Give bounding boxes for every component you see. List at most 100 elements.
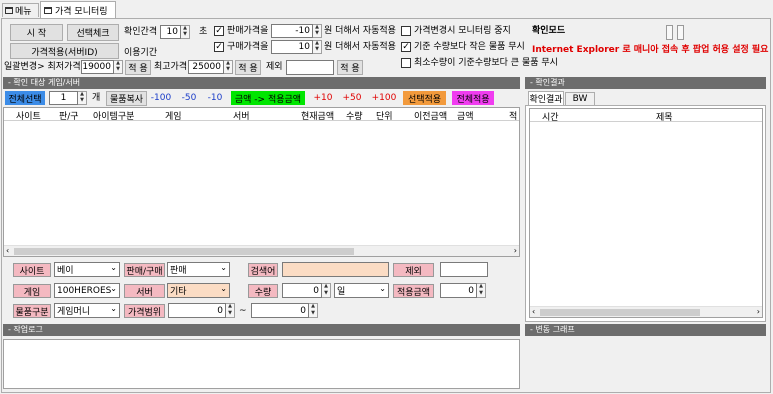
apply-min-price-button[interactable]: 적 용 — [125, 60, 151, 75]
col-prev-price[interactable]: 이전금액 — [414, 109, 447, 122]
down-arrow-icon[interactable]: ▼ — [322, 290, 330, 298]
down-arrow-icon[interactable]: ▼ — [78, 98, 86, 104]
chevron-down-icon[interactable]: ⌄ — [110, 263, 117, 272]
result-grid[interactable]: 시간 제목 ‹ › — [529, 108, 763, 318]
apply-selected-button[interactable]: 선택적용 — [403, 91, 446, 105]
copy-items-button[interactable]: 물품복사 — [106, 91, 147, 106]
tab-price-monitoring[interactable]: 가격 모니터링 — [40, 1, 116, 18]
scroll-thumb[interactable] — [540, 309, 700, 316]
game-select[interactable]: 100HEROES ⌄ — [54, 283, 120, 298]
apply-amount-input[interactable]: 0 — [440, 283, 477, 298]
col-game[interactable]: 게임 — [165, 109, 182, 122]
col-unit[interactable]: 단위 — [376, 109, 393, 122]
sell-price-input[interactable]: -10 — [271, 24, 313, 38]
buy-price-input[interactable]: 10 — [271, 40, 313, 54]
scroll-left-icon[interactable]: ‹ — [532, 307, 535, 316]
tab-result[interactable]: 확인결과 — [528, 91, 564, 105]
scroll-left-icon[interactable]: ‹ — [6, 246, 9, 255]
qty-spinner[interactable]: ▲ ▼ — [322, 283, 331, 298]
scroll-right-icon[interactable]: › — [514, 246, 517, 255]
down-arrow-icon[interactable]: ▼ — [313, 31, 321, 37]
sell-price-spinner[interactable]: ▲ ▼ — [313, 24, 322, 38]
max-price-spinner[interactable]: ▲ ▼ — [224, 60, 233, 74]
sell-price-checkbox[interactable]: ✓ — [214, 26, 224, 36]
target-section-header: - 확인 대상 게임/서버 — [3, 77, 520, 89]
adjust-plus-50[interactable]: +50 — [341, 91, 363, 105]
buy-price-checkbox[interactable]: ✓ — [214, 42, 224, 52]
target-grid[interactable]: 사이트 판/구 아이템구분 게임 서버 현재금액 수량 단위 이전금액 금액 적… — [3, 107, 520, 257]
down-arrow-icon[interactable]: ▼ — [477, 290, 485, 298]
chevron-down-icon[interactable]: ⌄ — [379, 284, 386, 293]
interval-input[interactable]: 10 — [160, 25, 181, 39]
interval-spinner[interactable]: ▲ ▼ — [181, 25, 190, 39]
col-apply[interactable]: 적 — [509, 109, 517, 122]
tab-menu-label: 메뉴 — [15, 7, 32, 17]
down-arrow-icon[interactable]: ▼ — [181, 32, 189, 38]
scroll-right-icon[interactable]: › — [757, 307, 760, 316]
site-select[interactable]: 베이 ⌄ — [54, 262, 120, 277]
result-grid-hscrollbar[interactable]: ‹ › — [530, 306, 762, 317]
min-price-spinner[interactable]: ▲ ▼ — [114, 60, 123, 74]
search-input[interactable] — [282, 262, 389, 277]
down-arrow-icon[interactable]: ▼ — [313, 47, 321, 53]
count-spinner[interactable]: ▲ ▼ — [78, 91, 87, 105]
col-site[interactable]: 사이트 — [16, 109, 41, 122]
adjust-minus-50[interactable]: -50 — [178, 91, 200, 105]
col-item-type[interactable]: 아이템구분 — [93, 109, 134, 122]
chevron-down-icon[interactable]: ⌄ — [110, 284, 117, 293]
price-to-input[interactable]: 0 — [251, 303, 309, 318]
down-arrow-icon[interactable]: ▼ — [309, 310, 317, 318]
col-price[interactable]: 금액 — [457, 109, 474, 122]
select-check-button[interactable]: 선택체크 — [67, 24, 119, 41]
col-qty[interactable]: 수량 — [346, 109, 363, 122]
filter-exclude-input[interactable] — [440, 262, 488, 277]
sell-buy-select[interactable]: 판매 ⌄ — [167, 262, 230, 277]
adjust-minus-10[interactable]: -10 — [204, 91, 226, 105]
item-type-select[interactable]: 게임머니 ⌄ — [54, 303, 120, 318]
down-arrow-icon[interactable]: ▼ — [226, 310, 234, 318]
tab-bw[interactable]: BW — [565, 92, 595, 105]
interval-label: 확인간격 — [124, 27, 158, 37]
select-all-button[interactable]: 전체선택 — [5, 91, 45, 105]
apply-server-id-button[interactable]: 가격적용(서버ID) — [10, 43, 119, 59]
chevron-down-icon[interactable]: ⌄ — [110, 304, 117, 313]
ignore-above-checkbox[interactable] — [401, 58, 411, 68]
scroll-thumb[interactable] — [14, 248, 354, 255]
buy-price-spinner[interactable]: ▲ ▼ — [313, 40, 322, 54]
price-to-spinner[interactable]: ▲ ▼ — [309, 303, 318, 318]
apply-max-price-button[interactable]: 적 용 — [235, 60, 261, 75]
chevron-down-icon[interactable]: ⌄ — [220, 284, 227, 293]
ie-warning-text: Internet Explorer 로 매니아 접속 후 팝업 허용 설정 필요 — [532, 45, 769, 55]
qty-input[interactable]: 0 — [282, 283, 322, 298]
col-time[interactable]: 시간 — [542, 110, 559, 123]
apply-all-button[interactable]: 전체적용 — [452, 91, 494, 105]
col-server[interactable]: 서버 — [233, 109, 250, 122]
buy-price-suffix: 원 더해서 자동적용 — [324, 42, 396, 52]
target-grid-hscrollbar[interactable]: ‹ › — [4, 245, 519, 256]
max-price-input[interactable]: 25000 — [188, 60, 224, 74]
adjust-plus-100[interactable]: +100 — [371, 91, 397, 105]
log-textarea[interactable] — [3, 339, 520, 389]
exclude-input[interactable] — [286, 60, 334, 75]
count-input[interactable]: 1 — [49, 91, 78, 105]
server-select[interactable]: 기타 ⌄ — [167, 283, 230, 298]
col-current-price[interactable]: 현재금액 — [301, 109, 334, 122]
col-sell-buy[interactable]: 판/구 — [59, 109, 79, 122]
start-button[interactable]: 시 작 — [10, 24, 63, 41]
adjust-plus-10[interactable]: +10 — [312, 91, 334, 105]
ignore-below-checkbox[interactable]: ✓ — [401, 42, 411, 52]
min-price-input[interactable]: 19000 — [81, 60, 114, 74]
apply-amount-spinner[interactable]: ▲ ▼ — [477, 283, 486, 298]
down-arrow-icon[interactable]: ▼ — [224, 67, 232, 73]
price-from-spinner[interactable]: ▲ ▼ — [226, 303, 235, 318]
down-arrow-icon[interactable]: ▼ — [114, 67, 122, 73]
tab-menu[interactable]: 메뉴 — [2, 3, 39, 17]
qty-unit-select[interactable]: 일 ⌄ — [334, 283, 389, 298]
price-to-apply-button[interactable]: 금액 -> 적용금액 — [231, 91, 305, 105]
apply-exclude-button[interactable]: 적 용 — [337, 60, 363, 75]
adjust-minus-100[interactable]: -100 — [149, 91, 173, 105]
chevron-down-icon[interactable]: ⌄ — [220, 263, 227, 272]
price-from-input[interactable]: 0 — [168, 303, 226, 318]
col-title[interactable]: 제목 — [656, 110, 673, 123]
stop-on-change-checkbox[interactable] — [401, 26, 411, 36]
